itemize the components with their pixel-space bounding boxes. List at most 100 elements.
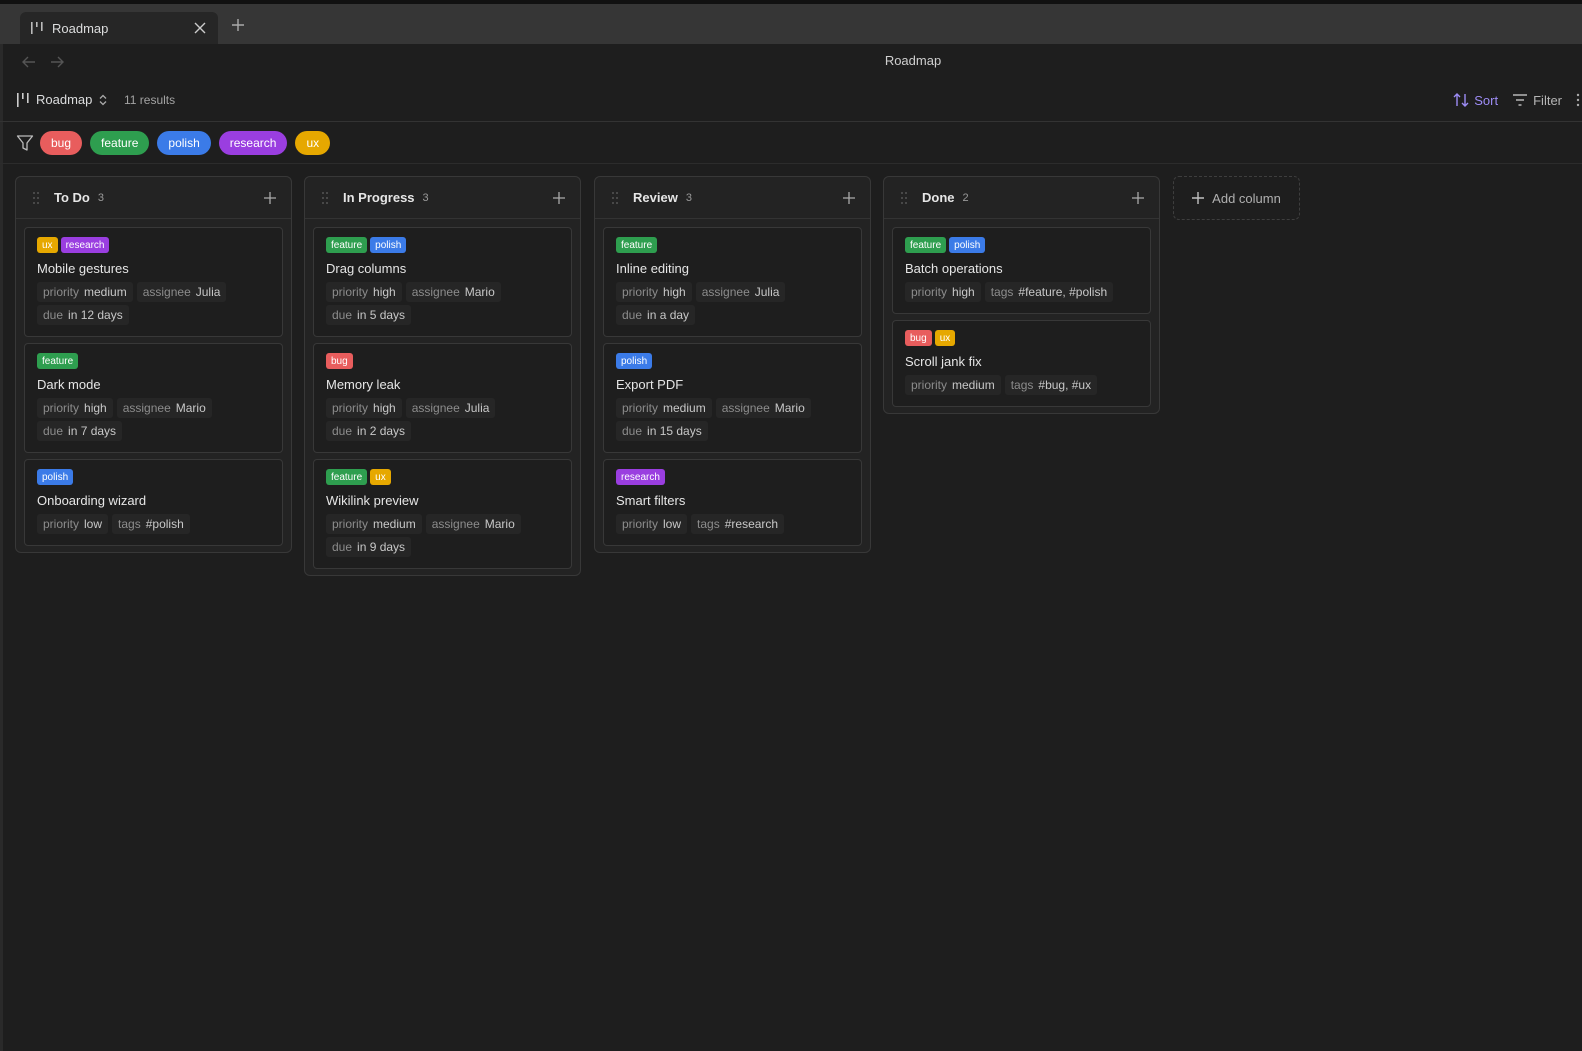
property-assignee: assignee Julia	[405, 398, 496, 418]
card-properties: priority high assignee Julia due in a day	[616, 282, 849, 328]
property-due: due in 12 days	[37, 305, 129, 325]
task-card[interactable]: ux research Mobile gestures priority medium a…	[24, 227, 283, 337]
property-value: in 7 days	[68, 424, 117, 438]
property-value: in 2 days	[357, 424, 406, 438]
property-value: high	[84, 401, 107, 415]
task-card[interactable]: feature polish Batch operations priority hig…	[892, 227, 1151, 314]
add-card-icon[interactable]	[842, 191, 856, 205]
task-card[interactable]: feature Dark mode priority high assignee Mari…	[24, 343, 283, 453]
task-card[interactable]: feature polish Drag columns priority high ass…	[313, 227, 572, 337]
more-options-icon[interactable]	[1576, 91, 1582, 109]
card-tags: research	[616, 469, 849, 486]
column-title: To Do	[54, 190, 90, 205]
column-header: Done 2	[884, 177, 1159, 219]
property-key: priority	[911, 378, 948, 392]
drag-handle-icon[interactable]	[900, 191, 908, 205]
card-title: Wikilink preview	[326, 493, 419, 508]
column-title: In Progress	[343, 190, 415, 205]
card-title: Export PDF	[616, 377, 684, 392]
property-value: in 15 days	[647, 424, 702, 438]
task-card[interactable]: feature ux Wikilink preview priority medium a…	[313, 459, 572, 569]
property-value: Julia	[754, 285, 780, 299]
sort-button[interactable]: Sort	[1453, 92, 1498, 108]
task-card[interactable]: feature Inline editing priority high assigne…	[603, 227, 862, 337]
tag-badge-feature: feature	[905, 237, 947, 253]
column-done: Done 2 feature polish Batch operations priori…	[883, 176, 1160, 414]
property-value: Julia	[195, 285, 221, 299]
filter-pill-polish[interactable]: polish	[157, 131, 211, 155]
property-key: tags	[118, 517, 141, 531]
property-key: priority	[43, 285, 80, 299]
property-assignee: assignee Julia	[136, 282, 227, 302]
property-key: due	[332, 540, 353, 554]
add-column-button[interactable]: Add column	[1173, 176, 1300, 220]
property-key: priority	[622, 517, 659, 531]
card-title: Scroll jank fix	[905, 354, 982, 369]
property-value: high	[952, 285, 975, 299]
property-key: assignee	[411, 401, 460, 415]
property-key: due	[43, 424, 64, 438]
filter-pill-bug[interactable]: bug	[40, 131, 83, 155]
tag-badge-feature: feature	[326, 237, 368, 253]
property-key: assignee	[411, 285, 460, 299]
property-value: high	[663, 285, 686, 299]
card-tags: polish	[37, 469, 270, 486]
card-title: Dark mode	[37, 377, 101, 392]
property-value: #bug, #ux	[1038, 378, 1092, 392]
property-value: medium	[373, 517, 416, 531]
filter-pill-research[interactable]: research	[218, 131, 288, 155]
task-card[interactable]: bug Memory leak priority high assignee Julia d…	[313, 343, 572, 453]
close-tab-icon[interactable]	[192, 20, 208, 36]
property-value: in 12 days	[68, 308, 123, 322]
column-header: Review 3	[595, 177, 870, 219]
kanban-icon	[31, 22, 43, 34]
property-key: priority	[622, 285, 659, 299]
task-card[interactable]: research Smart filters priority low tags #res…	[603, 459, 862, 546]
card-properties: priority low tags #research	[616, 514, 849, 537]
sort-icon	[1453, 93, 1469, 107]
property-tags: tags #research	[691, 514, 785, 534]
tag-badge-feature: feature	[326, 469, 368, 485]
property-key: tags	[1010, 378, 1034, 392]
filter-button[interactable]: Filter	[1512, 93, 1562, 108]
drag-handle-icon[interactable]	[32, 191, 40, 205]
card-list: feature Inline editing priority high assigne…	[595, 219, 870, 546]
tag-badge-research: research	[616, 469, 665, 485]
filter-pill-ux[interactable]: ux	[295, 131, 331, 155]
property-value: #polish	[145, 517, 184, 531]
property-value: Mario	[484, 517, 515, 531]
task-card[interactable]: bug ux Scroll jank fix priority medium tags #b…	[892, 320, 1151, 407]
property-priority: priority high	[905, 282, 981, 302]
card-title: Batch operations	[905, 261, 1003, 276]
filter-lines-icon	[1513, 94, 1528, 106]
tab-roadmap[interactable]: Roadmap	[20, 12, 218, 44]
property-priority: priority high	[326, 282, 402, 302]
drag-handle-icon[interactable]	[611, 191, 619, 205]
task-card[interactable]: polish Export PDF priority medium assignee Ma…	[603, 343, 862, 453]
column-count: 2	[962, 191, 969, 204]
property-key: due	[332, 308, 353, 322]
tag-badge-ux: ux	[37, 237, 58, 253]
drag-handle-icon[interactable]	[321, 191, 329, 205]
tag-badge-research: research	[60, 237, 110, 253]
filter-pill-feature[interactable]: feature	[90, 131, 150, 155]
property-priority: priority high	[326, 398, 402, 418]
card-title: Smart filters	[616, 493, 686, 508]
view-selector[interactable]: Roadmap	[16, 92, 108, 107]
add-card-icon[interactable]	[1131, 191, 1145, 205]
add-card-icon[interactable]	[263, 191, 277, 205]
task-card[interactable]: polish Onboarding wizard priority low tags #p…	[24, 459, 283, 546]
new-tab-icon[interactable]	[229, 16, 247, 34]
property-value: medium	[663, 401, 706, 415]
property-value: in 5 days	[357, 308, 406, 322]
navigation-row: Roadmap	[0, 44, 1582, 80]
property-assignee: assignee Julia	[695, 282, 786, 302]
card-properties: priority medium assignee Julia due in 12 days	[37, 282, 270, 328]
property-priority: priority medium	[616, 398, 712, 418]
page-title: Roadmap	[884, 53, 942, 68]
card-title: Mobile gestures	[37, 261, 129, 276]
add-card-icon[interactable]	[552, 191, 566, 205]
funnel-icon[interactable]	[16, 134, 34, 152]
property-tags: tags #bug, #ux	[1004, 375, 1098, 395]
tag-badge-bug: bug	[326, 353, 353, 369]
